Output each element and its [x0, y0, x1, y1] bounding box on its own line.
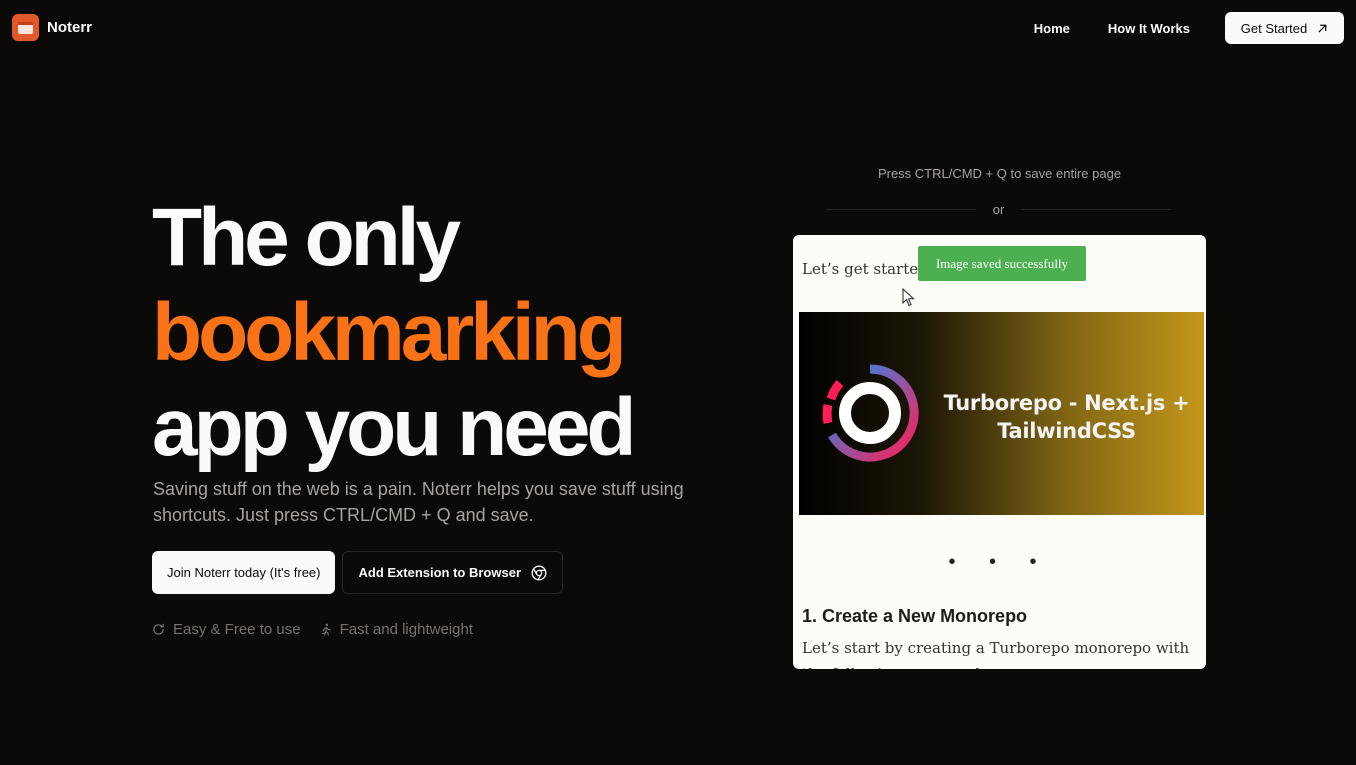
preview-intro-text: Let’s get started!: [802, 260, 934, 278]
turborepo-logo-icon: [822, 364, 919, 462]
hero-title: The only bookmarking app you need: [152, 190, 637, 475]
add-extension-button[interactable]: Add Extension to Browser: [342, 551, 564, 594]
or-divider-label: or: [992, 202, 1005, 217]
feature-easy-free: Easy & Free to use: [152, 621, 301, 638]
running-person-icon: [321, 623, 331, 636]
hero-title-accent: bookmarking: [152, 287, 627, 378]
separator-dots: • • •: [948, 551, 1051, 573]
nav-links: Home How It Works Get Started: [1034, 12, 1344, 44]
get-started-button[interactable]: Get Started: [1225, 12, 1344, 44]
refresh-icon: [153, 623, 164, 635]
arrow-up-right-icon: [1318, 24, 1327, 32]
get-started-label: Get Started: [1240, 20, 1308, 36]
feature-list: Easy & Free to use Fast and lightweight: [152, 621, 473, 638]
top-navigation: Noterr Home How It Works Get Started: [0, 0, 1356, 56]
section-body-text: Let’s start by creating a Turborepo mono…: [802, 639, 1190, 669]
nav-link-how-it-works[interactable]: How It Works: [1108, 21, 1190, 36]
mouse-cursor-icon: [902, 288, 915, 307]
hero-title-line-1: The only: [152, 192, 461, 283]
image-saved-toast: Image saved successfully: [918, 246, 1086, 281]
hero-subtitle: Saving stuff on the web is a pain. Noter…: [153, 479, 684, 525]
join-noterr-button[interactable]: Join Noterr today (It's free): [152, 551, 336, 594]
nav-link-home[interactable]: Home: [1034, 21, 1070, 36]
article-banner-image[interactable]: Turborepo - Next.js + TailwindCSS: [799, 312, 1204, 515]
logo[interactable]: Noterr: [12, 14, 92, 41]
feature-easy-free-label: Easy & Free to use: [173, 621, 301, 638]
feature-fast-lightweight-label: Fast and lightweight: [339, 621, 473, 638]
hero-title-line-3: app you need: [152, 382, 637, 473]
brand-name: Noterr: [47, 19, 93, 36]
section-heading: 1. Create a New Monorepo: [802, 606, 1028, 626]
noterr-logo-icon: [12, 14, 39, 41]
feature-fast-lightweight: Fast and lightweight: [319, 621, 473, 638]
demo-page-preview: Let’s get started! Image saved successfu…: [793, 235, 1206, 669]
add-extension-label: Add Extension to Browser: [358, 565, 522, 580]
hero-actions: Join Noterr today (It's free) Add Extens…: [152, 551, 564, 594]
chrome-icon: [531, 565, 547, 580]
or-divider: or: [826, 201, 1171, 219]
shortcut-hint: Press CTRL/CMD + Q to save entire page: [877, 166, 1122, 181]
banner-title: Turborepo - Next.js + TailwindCSS: [943, 391, 1190, 443]
